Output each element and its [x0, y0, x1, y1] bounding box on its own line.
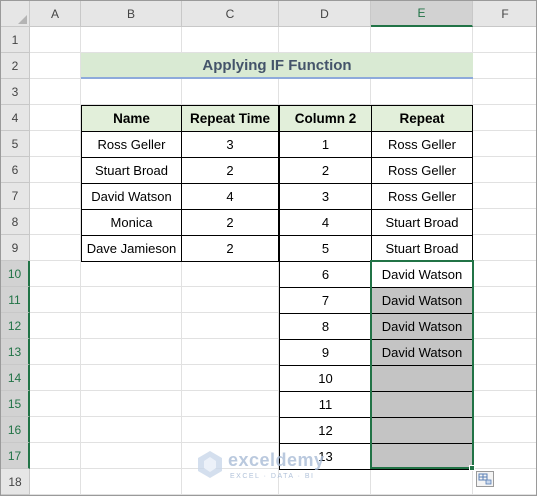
row-header-14[interactable]: 14 [1, 365, 30, 391]
table-cell[interactable]: Dave Jamieson [81, 235, 182, 262]
row-header-16[interactable]: 16 [1, 417, 30, 443]
row-header-17[interactable]: 17 [1, 443, 30, 469]
quick-analysis-button[interactable] [476, 471, 494, 487]
table-cell[interactable]: 4 [181, 183, 279, 210]
table-cell[interactable]: Stuart Broad [371, 235, 473, 262]
table-header-cell[interactable]: Repeat [371, 105, 473, 132]
table-cell[interactable]: Stuart Broad [371, 209, 473, 236]
table-cell[interactable]: 9 [279, 339, 372, 366]
watermark-logo-icon [198, 451, 222, 478]
table-cell[interactable]: Ross Geller [371, 157, 473, 184]
column-header-f[interactable]: F [473, 1, 536, 27]
row-header-15[interactable]: 15 [1, 391, 30, 417]
table-cell[interactable]: Monica [81, 209, 182, 236]
table-header-cell[interactable]: Column 2 [279, 105, 372, 132]
row-header-3[interactable]: 3 [1, 79, 30, 105]
table-cell[interactable]: 2 [181, 157, 279, 184]
row-header-9[interactable]: 9 [1, 235, 30, 261]
table-cell[interactable]: 12 [279, 417, 372, 444]
fill-handle[interactable] [469, 465, 475, 471]
table-cell[interactable]: 2 [181, 235, 279, 262]
table-cell[interactable]: Ross Geller [371, 131, 473, 158]
table-cell[interactable]: 2 [279, 157, 372, 184]
watermark-tagline: EXCEL · DATA · BI [230, 473, 315, 480]
table-cell[interactable]: 7 [279, 287, 372, 314]
quick-analysis-icon [478, 473, 492, 485]
table-header-cell[interactable]: Name [81, 105, 182, 132]
table-cell[interactable]: 1 [279, 131, 372, 158]
watermark: exceldemy EXCEL · DATA · BI [196, 449, 356, 485]
row-header-13[interactable]: 13 [1, 339, 30, 365]
table-cell[interactable]: 6 [279, 261, 372, 288]
table-cell[interactable]: Stuart Broad [81, 157, 182, 184]
column-header-d[interactable]: D [279, 1, 371, 27]
watermark-name: exceldemy [228, 450, 325, 470]
table-cell[interactable]: David Watson [81, 183, 182, 210]
row-header-4[interactable]: 4 [1, 105, 30, 131]
row-header-8[interactable]: 8 [1, 209, 30, 235]
column-header-c[interactable]: C [182, 1, 279, 27]
page-title: Applying IF Function [81, 53, 473, 79]
column-header-b[interactable]: B [81, 1, 182, 27]
spreadsheet-window: A B C D E F 1 2 3 4 5 6 7 8 9 10 11 12 13 14 15 16 17 18 … [0, 0, 537, 496]
row-header-6[interactable]: 6 [1, 157, 30, 183]
table-header-cell[interactable]: Repeat Time [181, 105, 279, 132]
table-cell[interactable]: 5 [279, 235, 372, 262]
row-header-12[interactable]: 12 [1, 313, 30, 339]
select-all-triangle-icon [18, 15, 27, 24]
table-cell[interactable]: 8 [279, 313, 372, 340]
select-all-corner[interactable] [1, 1, 30, 27]
table-cell[interactable]: Ross Geller [81, 131, 182, 158]
column-header-a[interactable]: A [30, 1, 81, 27]
table-cell[interactable]: 11 [279, 391, 372, 418]
row-header-10[interactable]: 10 [1, 261, 30, 287]
table-cell[interactable]: 2 [181, 209, 279, 236]
row-header-18[interactable]: 18 [1, 469, 30, 495]
table-cell[interactable]: 10 [279, 365, 372, 392]
row-header-11[interactable]: 11 [1, 287, 30, 313]
table-cell[interactable]: 3 [181, 131, 279, 158]
table-cell[interactable]: Ross Geller [371, 183, 473, 210]
selection-range[interactable] [370, 260, 474, 469]
worksheet: A B C D E F 1 2 3 4 5 6 7 8 9 10 11 12 13 14 15 16 17 18 … [1, 1, 536, 495]
column-header-e[interactable]: E [371, 1, 473, 27]
row-header-2[interactable]: 2 [1, 53, 30, 79]
row-header-1[interactable]: 1 [1, 27, 30, 53]
table-cell[interactable]: 3 [279, 183, 372, 210]
gridline-horizontal [30, 494, 536, 495]
table-cell[interactable]: 4 [279, 209, 372, 236]
row-header-5[interactable]: 5 [1, 131, 30, 157]
row-header-7[interactable]: 7 [1, 183, 30, 209]
